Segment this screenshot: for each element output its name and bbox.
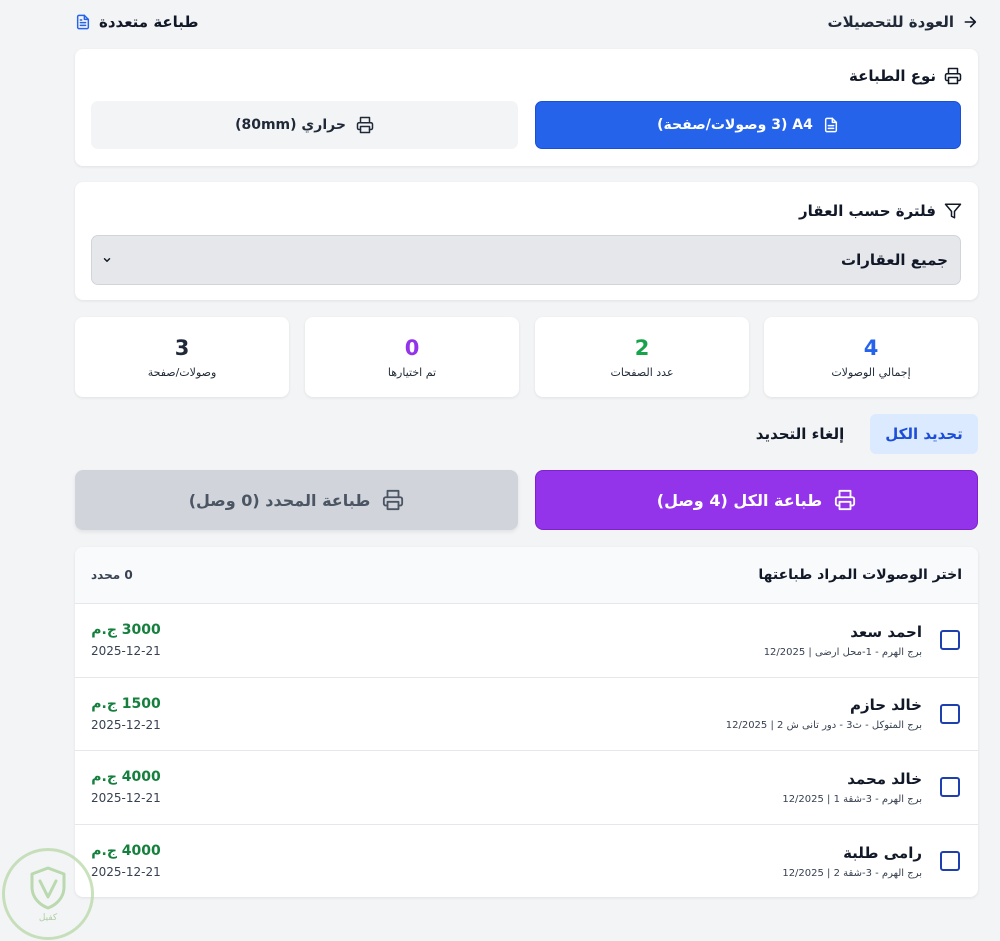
receipt-amount-block: 4000 ج.م 2025-12-21 [91, 769, 161, 805]
receipts-list-header: اختر الوصولات المراد طباعتها 0 محدد [75, 547, 978, 604]
tenant-name: خالد حازم [849, 696, 922, 715]
filter-title: فلترة حسب العقار [799, 202, 962, 220]
filter-icon [944, 202, 962, 220]
receipt-date: 2025-12-21 [91, 791, 161, 806]
property-filter-value: جميع العقارات [841, 251, 948, 269]
receipt-details: برج الهرم - 3-شقة 2 | 12/2025 [782, 867, 922, 879]
stat-value: 4 [863, 335, 879, 360]
shield-icon [28, 865, 68, 911]
receipt-info: رامى طلبة برج الهرم - 3-شقة 2 | 12/2025 [161, 844, 922, 879]
stat-total-receipts: 4 إجمالي الوصولات [764, 317, 978, 397]
receipt-row[interactable]: خالد حازم برج المتوكل - ث3 - دور تانى ش … [75, 678, 978, 751]
document-icon [823, 116, 839, 134]
printer-icon [834, 489, 856, 511]
print-type-thermal-label: حراري (80mm) [235, 117, 346, 133]
receipt-details: برج الهرم - 3-شقة 1 | 12/2025 [782, 793, 922, 805]
chevron-down-icon [102, 255, 112, 265]
receipt-amount: 4000 ج.م [91, 769, 161, 786]
print-type-title: نوع الطباعة [849, 67, 962, 85]
print-all-button[interactable]: طباعة الكل (4 وصل) [535, 470, 978, 530]
stat-value: 3 [174, 335, 190, 360]
tenant-name: رامى طلبة [843, 843, 922, 862]
print-type-title-text: نوع الطباعة [849, 67, 936, 85]
stat-label: إجمالي الوصولات [831, 365, 911, 379]
tenant-name: احمد سعد [850, 622, 922, 641]
receipt-checkbox[interactable] [940, 703, 960, 724]
print-type-thermal-button[interactable]: حراري (80mm) [91, 101, 518, 149]
print-selected-label: طباعة المحدد (0 وصل) [188, 490, 371, 510]
top-bar: العودة للتحصيلات طباعة متعددة [75, 8, 978, 36]
stat-label: عدد الصفحات [610, 365, 674, 379]
printer-icon [356, 116, 374, 134]
arrow-right-icon [962, 14, 978, 30]
receipt-date: 2025-12-21 [91, 865, 161, 880]
receipt-row[interactable]: رامى طلبة برج الهرم - 3-شقة 2 | 12/2025 … [75, 825, 978, 898]
receipts-list: اختر الوصولات المراد طباعتها 0 محدد احمد… [75, 547, 978, 897]
printer-icon [944, 67, 962, 85]
receipt-details: برج الهرم - 1-محل ارضى | 12/2025 [763, 646, 922, 658]
stat-label: وصولات/صفحة [147, 365, 217, 379]
filter-title-text: فلترة حسب العقار [799, 202, 936, 220]
receipt-details: برج المتوكل - ث3 - دور تانى ش 2 | 12/202… [725, 720, 922, 732]
receipts-list-title: اختر الوصولات المراد طباعتها [758, 567, 962, 583]
page-title-text: طباعة متعددة [99, 13, 199, 31]
print-all-label: طباعة الكل (4 وصل) [656, 490, 823, 510]
print-type-a4-label: A4 (3 وصولات/صفحة) [657, 117, 813, 133]
receipt-row[interactable]: احمد سعد برج الهرم - 1-محل ارضى | 12/202… [75, 604, 978, 678]
stat-page-count: 2 عدد الصفحات [535, 317, 749, 397]
document-icon [75, 13, 91, 31]
stat-value: 2 [634, 335, 650, 360]
receipt-amount: 1500 ج.م [91, 695, 161, 712]
deselect-all-button[interactable]: إلغاء التحديد [745, 414, 855, 454]
receipt-amount-block: 4000 ج.م 2025-12-21 [91, 843, 161, 879]
watermark-logo: كفيل [2, 848, 94, 940]
stat-label: تم اختيارها [387, 365, 437, 379]
tenant-name: خالد محمد [847, 769, 922, 788]
stat-selected: 0 تم اختيارها [305, 317, 519, 397]
receipt-amount-block: 1500 ج.م 2025-12-21 [91, 696, 161, 732]
receipt-checkbox[interactable] [940, 630, 960, 651]
filter-card: فلترة حسب العقار جميع العقارات [75, 182, 978, 300]
receipt-checkbox[interactable] [940, 777, 960, 798]
stat-value: 0 [404, 335, 420, 360]
property-filter-select[interactable]: جميع العقارات [91, 235, 961, 285]
select-all-button[interactable]: تحديد الكل [870, 414, 978, 454]
back-label: العودة للتحصيلات [827, 13, 954, 31]
receipt-row[interactable]: خالد محمد برج الهرم - 3-شقة 1 | 12/2025 … [75, 751, 978, 825]
receipt-date: 2025-12-21 [91, 644, 161, 659]
printer-icon [382, 489, 404, 511]
receipt-checkbox[interactable] [940, 851, 960, 872]
watermark-text: كفيل [38, 913, 58, 923]
receipt-amount: 4000 ج.م [91, 843, 161, 860]
back-link[interactable]: العودة للتحصيلات [828, 13, 978, 31]
receipt-date: 2025-12-21 [91, 717, 161, 732]
receipt-info: خالد محمد برج الهرم - 3-شقة 1 | 12/2025 [161, 770, 922, 805]
print-selected-button[interactable]: طباعة المحدد (0 وصل) [75, 470, 518, 530]
print-type-card: نوع الطباعة A4 (3 وصولات/صفحة) حراري (80… [75, 49, 978, 166]
selected-count: 0 محدد [91, 568, 133, 582]
page-title: طباعة متعددة [75, 13, 199, 31]
receipt-info: خالد حازم برج المتوكل - ث3 - دور تانى ش … [161, 696, 922, 731]
receipt-info: احمد سعد برج الهرم - 1-محل ارضى | 12/202… [161, 623, 922, 658]
receipt-amount-block: 3000 ج.م 2025-12-21 [91, 622, 161, 658]
print-type-a4-button[interactable]: A4 (3 وصولات/صفحة) [535, 101, 961, 149]
stat-receipts-per-page: 3 وصولات/صفحة [75, 317, 289, 397]
receipt-amount: 3000 ج.م [91, 622, 161, 639]
